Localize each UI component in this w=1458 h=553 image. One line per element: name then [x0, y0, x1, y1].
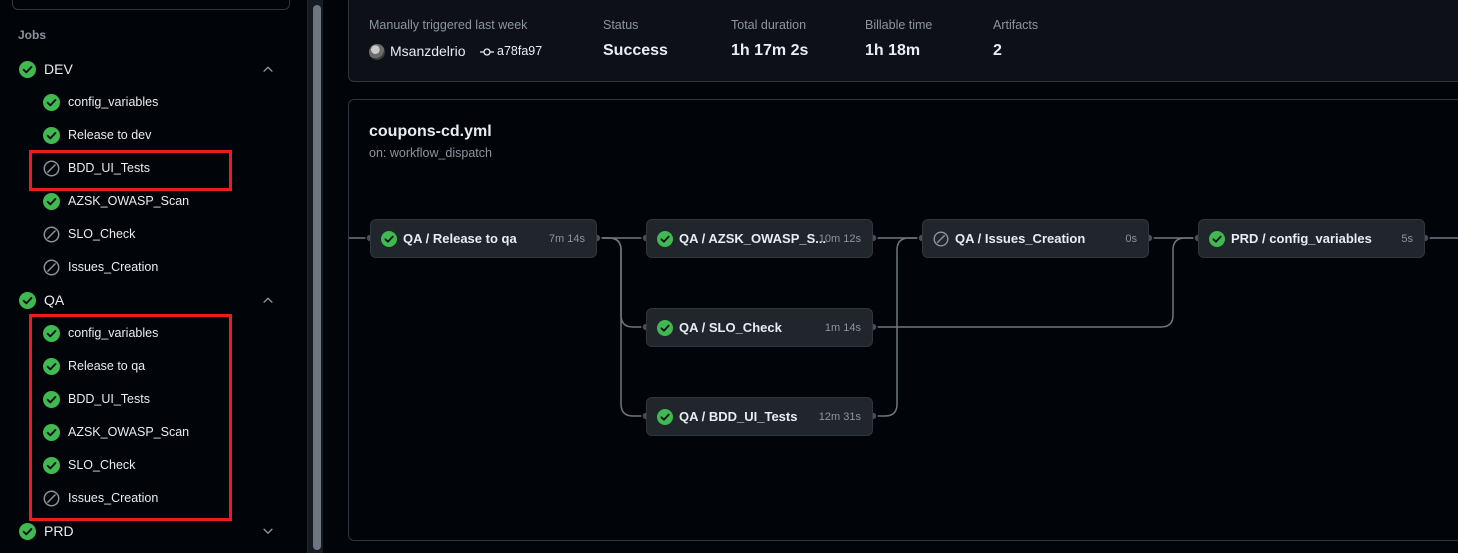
group-prd[interactable]: PRD [0, 515, 300, 548]
node-label: PRD / config_variables [1231, 231, 1372, 246]
status-label: Status [603, 18, 639, 32]
job-label: AZSK_OWASP_Scan [68, 425, 190, 439]
billable-value: 1h 18m [865, 42, 921, 59]
group-qa[interactable]: QA [0, 284, 300, 317]
node-qa-bdd-ui-tests[interactable]: QA / BDD_UI_Tests 12m 31s [646, 397, 873, 436]
check-circle-icon [657, 409, 673, 425]
node-duration: 7m 14s [548, 233, 585, 245]
node-qa-slo-check[interactable]: QA / SLO_Check 1m 14s [646, 308, 873, 347]
job-label: config_variables [68, 95, 159, 109]
check-circle-icon [43, 358, 60, 375]
job-dev-azsk-owasp-scan[interactable]: AZSK_OWASP_Scan [36, 185, 296, 218]
job-label: SLO_Check [68, 227, 136, 241]
check-circle-icon [43, 391, 60, 408]
git-commit-icon [480, 48, 494, 56]
check-circle-icon [381, 231, 397, 247]
duration-value: 1h 17m 2s [731, 42, 809, 59]
node-duration: 1m 14s [824, 322, 861, 334]
check-circle-icon [43, 424, 60, 441]
check-circle-icon [43, 457, 60, 474]
node-qa-issues-creation[interactable]: QA / Issues_Creation 0s [922, 219, 1149, 258]
billable-label: Billable time [865, 18, 933, 32]
check-circle-icon [43, 94, 60, 111]
check-circle-icon [19, 523, 36, 540]
sidebar-top-box [12, 0, 290, 10]
check-circle-icon [43, 325, 60, 342]
workflow-edges [349, 233, 1458, 421]
job-qa-release[interactable]: Release to qa [36, 350, 296, 383]
check-circle-icon [43, 193, 60, 210]
run-summary-card: Manually triggered last week Msanzdelrio… [348, 0, 1458, 82]
job-label: config_variables [68, 326, 159, 340]
job-label: BDD_UI_Tests [68, 161, 150, 175]
skip-circle-icon [43, 259, 60, 276]
commit-sha-link[interactable]: a78fa97 [497, 44, 542, 58]
check-circle-icon [1209, 231, 1225, 247]
status-value: Success [603, 42, 668, 59]
job-label: Release to dev [68, 128, 152, 142]
check-circle-icon [657, 320, 673, 336]
job-dev-config-variables[interactable]: config_variables [36, 86, 296, 119]
sidebar-scrollbar-thumb[interactable] [313, 5, 321, 550]
node-duration: 5s [1401, 233, 1413, 245]
jobs-sidebar: Jobs DEV config_variables Release to dev… [0, 0, 308, 553]
node-label: QA / BDD_UI_Tests [679, 409, 798, 424]
skip-circle-icon [43, 490, 60, 507]
skip-circle-icon [43, 160, 60, 177]
artifacts-value[interactable]: 2 [993, 42, 1002, 60]
group-dev[interactable]: DEV [0, 53, 300, 86]
actor-link[interactable]: Msanzdelrio [390, 43, 465, 59]
node-label: QA / SLO_Check [679, 320, 782, 335]
node-duration: 10m 12s [818, 233, 861, 245]
workflow-graph-card: coupons-cd.yml on: workflow_dispatch QA … [348, 99, 1458, 541]
node-label: QA / Issues_Creation [955, 231, 1086, 246]
skip-circle-icon [43, 226, 60, 243]
job-qa-config-variables[interactable]: config_variables [36, 317, 296, 350]
group-label: PRD [44, 523, 74, 539]
check-circle-icon [43, 127, 60, 144]
chevron-down-icon[interactable] [261, 524, 275, 538]
node-prd-config-variables[interactable]: PRD / config_variables 5s [1198, 219, 1425, 258]
node-duration: 12m 31s [818, 411, 861, 423]
job-qa-azsk-owasp-scan[interactable]: AZSK_OWASP_Scan [36, 416, 296, 449]
artifacts-label: Artifacts [993, 18, 1039, 32]
check-circle-icon [657, 231, 673, 247]
job-dev-release[interactable]: Release to dev [36, 119, 296, 152]
group-label: QA [44, 292, 65, 308]
jobs-heading: Jobs [18, 28, 47, 42]
trigger-label: Manually triggered last week [369, 18, 528, 32]
skip-circle-icon [933, 231, 949, 247]
job-qa-bdd-ui-tests[interactable]: BDD_UI_Tests [36, 383, 296, 416]
check-circle-icon [19, 292, 36, 309]
job-label: AZSK_OWASP_Scan [68, 194, 190, 208]
job-dev-issues-creation[interactable]: Issues_Creation [36, 251, 296, 284]
job-label: BDD_UI_Tests [68, 392, 150, 406]
job-label: Release to qa [68, 359, 146, 373]
avatar [369, 44, 385, 60]
job-label: Issues_Creation [68, 260, 159, 274]
node-duration: 0s [1125, 233, 1137, 245]
group-label: DEV [44, 61, 73, 77]
node-qa-azsk-owasp-scan[interactable]: QA / AZSK_OWASP_S... 10m 12s [646, 219, 873, 258]
check-circle-icon [19, 61, 36, 78]
job-dev-slo-check[interactable]: SLO_Check [36, 218, 296, 251]
node-label: QA / Release to qa [403, 231, 517, 246]
job-qa-slo-check[interactable]: SLO_Check [36, 449, 296, 482]
job-label: SLO_Check [68, 458, 136, 472]
node-qa-release[interactable]: QA / Release to qa 7m 14s [370, 219, 597, 258]
chevron-up-icon[interactable] [261, 293, 275, 307]
chevron-up-icon[interactable] [261, 62, 275, 76]
duration-label: Total duration [731, 18, 807, 32]
job-dev-bdd-ui-tests[interactable]: BDD_UI_Tests [36, 152, 296, 185]
job-qa-issues-creation[interactable]: Issues_Creation [36, 482, 296, 515]
job-label: Issues_Creation [68, 491, 159, 505]
node-label: QA / AZSK_OWASP_S... [679, 231, 827, 246]
